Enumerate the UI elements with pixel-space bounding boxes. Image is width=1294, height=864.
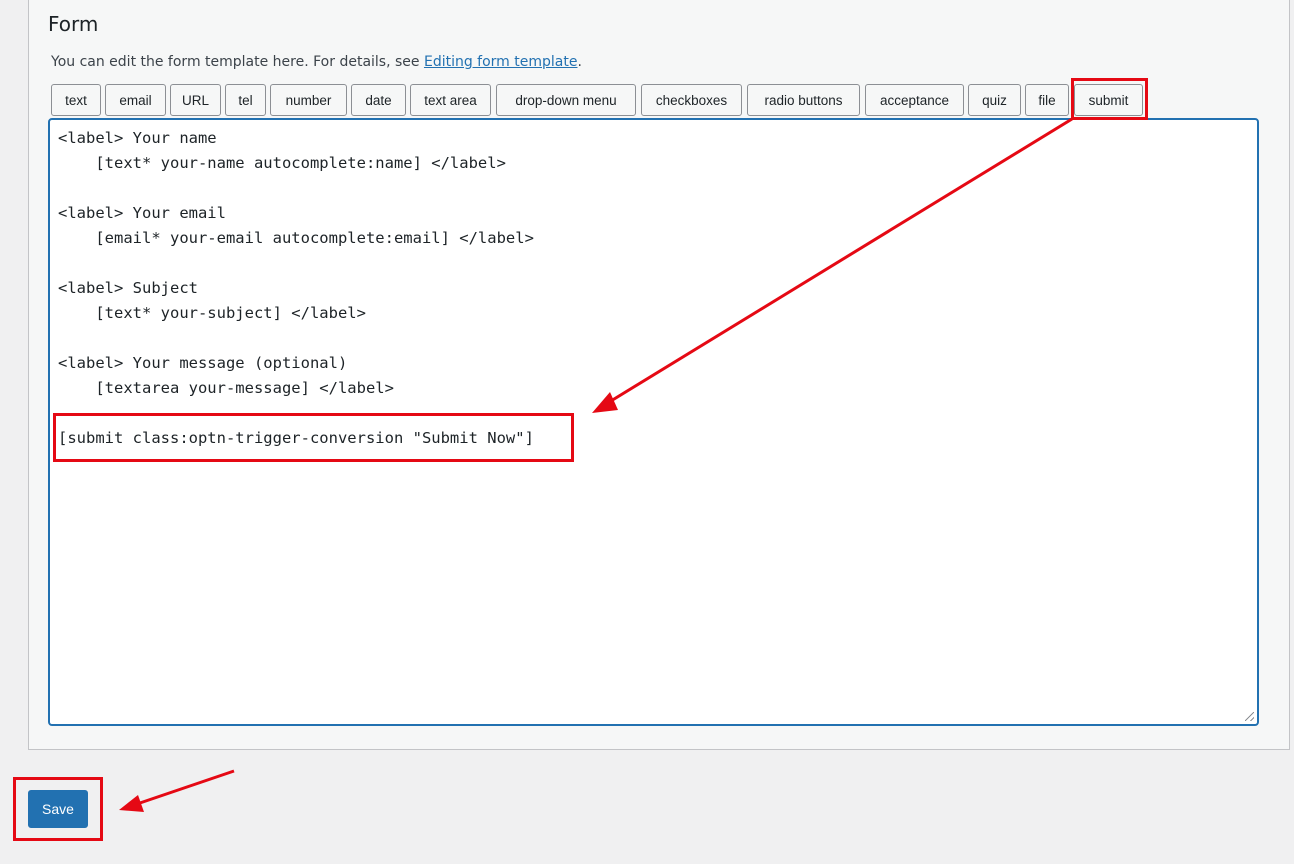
tag-button-text-area[interactable]: text area bbox=[410, 84, 491, 116]
tag-button-url[interactable]: URL bbox=[170, 84, 221, 116]
resize-grip-icon[interactable] bbox=[1245, 712, 1254, 721]
tag-button-number[interactable]: number bbox=[270, 84, 347, 116]
code-line: [textarea your-message] </label> bbox=[58, 379, 394, 397]
code-line: <label> Subject bbox=[58, 279, 198, 297]
tag-button-tel[interactable]: tel bbox=[225, 84, 266, 116]
description-end: . bbox=[577, 54, 582, 70]
code-line: [email* your-email autocomplete:email] <… bbox=[58, 229, 534, 247]
form-template-editor[interactable]: <label> Your name [text* your-name autoc… bbox=[48, 118, 1259, 726]
tag-button-radio-buttons[interactable]: radio buttons bbox=[747, 84, 860, 116]
tag-button-text[interactable]: text bbox=[51, 84, 101, 116]
tag-button-submit[interactable]: submit bbox=[1074, 84, 1143, 116]
code-line: <label> Your message (optional) bbox=[58, 354, 348, 372]
panel-title: Form bbox=[48, 12, 99, 36]
code-line: <label> Your email bbox=[58, 204, 226, 222]
tag-button-date[interactable]: date bbox=[351, 84, 406, 116]
code-line: [text* your-subject] </label> bbox=[58, 304, 366, 322]
code-line: [text* your-name autocomplete:name] </la… bbox=[58, 154, 506, 172]
tag-button-drop-down-menu[interactable]: drop-down menu bbox=[496, 84, 636, 116]
submit-shortcode-line: [submit class:optn-trigger-conversion "S… bbox=[58, 429, 534, 447]
tag-button-acceptance[interactable]: acceptance bbox=[865, 84, 964, 116]
arrow-head-icon bbox=[119, 795, 144, 812]
description-text: You can edit the form template here. For… bbox=[51, 54, 424, 70]
tag-button-quiz[interactable]: quiz bbox=[968, 84, 1021, 116]
tag-button-email[interactable]: email bbox=[105, 84, 166, 116]
arrow-to-save bbox=[133, 769, 235, 807]
form-description: You can edit the form template here. For… bbox=[51, 54, 582, 70]
tag-button-file[interactable]: file bbox=[1025, 84, 1069, 116]
editing-form-template-link[interactable]: Editing form template bbox=[424, 54, 578, 70]
save-button[interactable]: Save bbox=[28, 790, 88, 828]
tag-button-checkboxes[interactable]: checkboxes bbox=[641, 84, 742, 116]
code-line: <label> Your name bbox=[58, 129, 217, 147]
